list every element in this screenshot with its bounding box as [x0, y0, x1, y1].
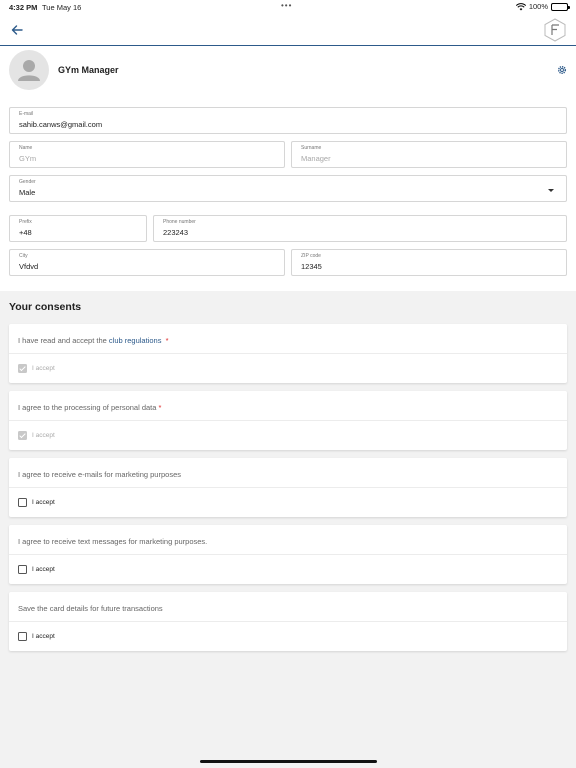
- profile-header: GYm Manager: [0, 46, 576, 94]
- accept-label: I accept: [32, 365, 55, 372]
- surname-field[interactable]: Surname Manager: [291, 141, 567, 168]
- city-label: City: [19, 253, 28, 259]
- back-arrow-icon[interactable]: [9, 22, 25, 38]
- avatar[interactable]: [9, 50, 49, 90]
- consent-card-save-card: Save the card details for future transac…: [9, 592, 567, 651]
- divider: [9, 621, 567, 622]
- divider: [9, 420, 567, 421]
- surname-placeholder: Manager: [301, 154, 331, 163]
- consent-text: Save the card details for future transac…: [18, 604, 163, 613]
- city-value: Vfdvd: [19, 262, 39, 271]
- phone-label: Phone number: [163, 219, 196, 225]
- consent-checkbox[interactable]: [18, 364, 27, 373]
- surname-label: Surname: [301, 145, 322, 151]
- consent-checkbox[interactable]: [18, 431, 27, 440]
- status-bar: 4:32 PM Tue May 16 ••• 100%: [0, 0, 576, 14]
- consent-text: I agree to receive e-mails for marketing…: [18, 470, 181, 479]
- consent-checkbox[interactable]: [18, 498, 27, 507]
- dropdown-arrow-icon: [548, 189, 554, 192]
- battery-percent: 100%: [528, 2, 548, 11]
- battery-icon: [551, 2, 570, 11]
- consent-text: I agree to receive text messages for mar…: [18, 537, 208, 546]
- accept-label: I accept: [32, 566, 55, 573]
- consent-card-marketing-emails: I agree to receive e-mails for marketing…: [9, 458, 567, 517]
- city-field[interactable]: City Vfdvd: [9, 249, 285, 276]
- consent-checkbox[interactable]: [18, 632, 27, 641]
- required-mark: *: [165, 336, 169, 345]
- profile-form: E-mail sahib.canws@gmail.com Name GYm Su…: [0, 94, 576, 291]
- consent-text: I have read and accept the club regulati…: [18, 336, 169, 345]
- zip-value: 12345: [301, 262, 322, 271]
- user-silhouette-icon: [18, 60, 40, 81]
- accept-label: I accept: [32, 633, 55, 640]
- consents-title: Your consents: [9, 301, 82, 313]
- name-field[interactable]: Name GYm: [9, 141, 285, 168]
- email-field[interactable]: E-mail sahib.canws@gmail.com: [9, 107, 567, 134]
- club-regulations-link[interactable]: club regulations: [109, 336, 162, 345]
- divider: [9, 487, 567, 488]
- gender-select[interactable]: Gender Male: [9, 175, 567, 202]
- gender-label: Gender: [19, 179, 36, 185]
- divider: [9, 353, 567, 354]
- zip-field[interactable]: ZIP code 12345: [291, 249, 567, 276]
- status-date: Tue May 16: [42, 3, 82, 12]
- nav-bar: [0, 14, 576, 46]
- home-indicator[interactable]: [200, 760, 377, 763]
- consent-text: I agree to the processing of personal da…: [18, 403, 161, 412]
- club-logo-icon: [544, 18, 566, 42]
- gear-icon[interactable]: [557, 65, 567, 75]
- consent-card-marketing-sms: I agree to receive text messages for mar…: [9, 525, 567, 584]
- accept-label: I accept: [32, 499, 55, 506]
- accept-label: I accept: [32, 432, 55, 439]
- prefix-label: Prefix: [19, 219, 32, 225]
- required-mark: *: [158, 403, 162, 412]
- consent-text-part: I have read and accept the: [18, 336, 109, 345]
- phone-value: 223243: [163, 228, 189, 237]
- consent-text-part: I agree to the processing of personal da…: [18, 403, 157, 412]
- status-time: 4:32 PM: [9, 3, 38, 12]
- phone-field[interactable]: Phone number 223243: [153, 215, 567, 242]
- consent-card-club-regulations: I have read and accept the club regulati…: [9, 324, 567, 383]
- multitask-dots[interactable]: •••: [281, 1, 292, 10]
- wifi-icon: [515, 2, 526, 10]
- status-right: 100%: [515, 2, 570, 11]
- gender-value: Male: [19, 188, 36, 197]
- prefix-value: +48: [19, 228, 32, 237]
- name-placeholder: GYm: [19, 154, 37, 163]
- email-value: sahib.canws@gmail.com: [19, 120, 103, 129]
- prefix-field[interactable]: Prefix +48: [9, 215, 147, 242]
- name-label: Name: [19, 145, 33, 151]
- consent-card-personal-data: I agree to the processing of personal da…: [9, 391, 567, 450]
- email-label: E-mail: [19, 111, 34, 117]
- divider: [9, 554, 567, 555]
- consent-checkbox[interactable]: [18, 565, 27, 574]
- profile-name: GYm Manager: [58, 65, 119, 75]
- zip-label: ZIP code: [301, 253, 321, 259]
